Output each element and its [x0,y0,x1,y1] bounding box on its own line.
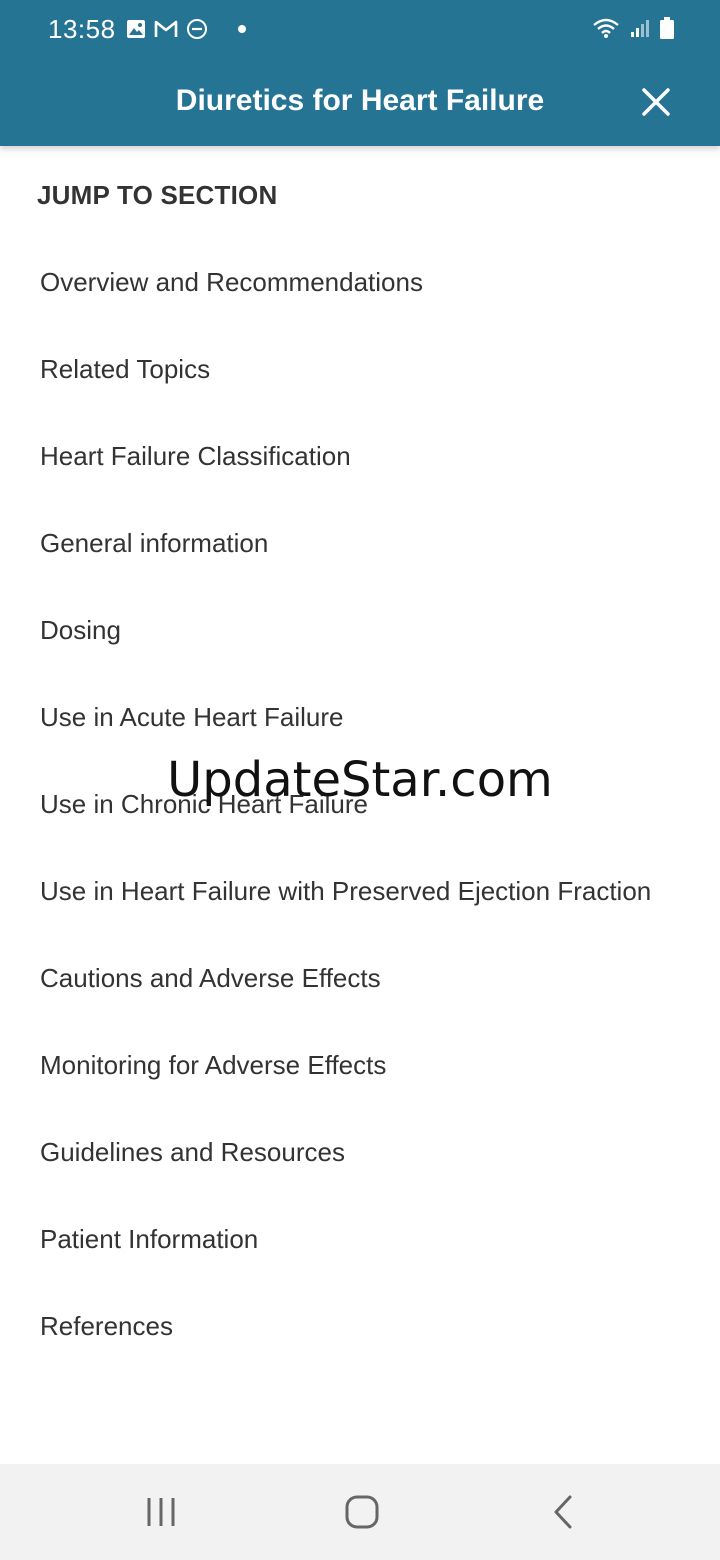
wifi-icon [593,18,619,38]
recents-icon[interactable] [141,1492,181,1532]
status-time: 13:58 [48,14,116,44]
system-nav-bar [0,1464,720,1560]
section-link-references[interactable]: References [0,1283,720,1370]
section-link-preserved-ef[interactable]: Use in Heart Failure with Preserved Ejec… [0,848,720,935]
battery-icon [660,17,674,39]
status-icons-left [126,18,246,40]
back-icon[interactable] [544,1492,584,1532]
section-link-guidelines[interactable]: Guidelines and Resources [0,1109,720,1196]
section-link-classification[interactable]: Heart Failure Classification [0,413,720,500]
do-not-disturb-icon [187,19,207,39]
section-link-acute[interactable]: Use in Acute Heart Failure [0,674,720,761]
section-link-chronic[interactable]: Use in Chronic Heart Failure [0,761,720,848]
section-link-general-information[interactable]: General information [0,500,720,587]
status-icons-right [592,17,674,39]
section-link-cautions[interactable]: Cautions and Adverse Effects [0,935,720,1022]
signal-icon [631,20,649,37]
section-link-dosing[interactable]: Dosing [0,587,720,674]
app-header: 13:58 Diuretics for Heart Failure [0,0,720,146]
page-title: Diuretics for Heart Failure [175,84,545,117]
home-icon[interactable] [342,1492,382,1532]
section-link-patient-information[interactable]: Patient Information [0,1196,720,1283]
image-icon [127,20,145,38]
section-heading: JUMP TO SECTION [37,180,278,210]
section-link-related-topics[interactable]: Related Topics [0,326,720,413]
section-link-overview[interactable]: Overview and Recommendations [0,239,720,326]
gmail-icon [154,20,178,37]
notification-dot-icon [238,25,246,33]
section-list: Overview and Recommendations Related Top… [0,239,720,1370]
status-bar: 13:58 [0,0,720,60]
close-icon[interactable] [636,82,676,122]
section-link-monitoring[interactable]: Monitoring for Adverse Effects [0,1022,720,1109]
